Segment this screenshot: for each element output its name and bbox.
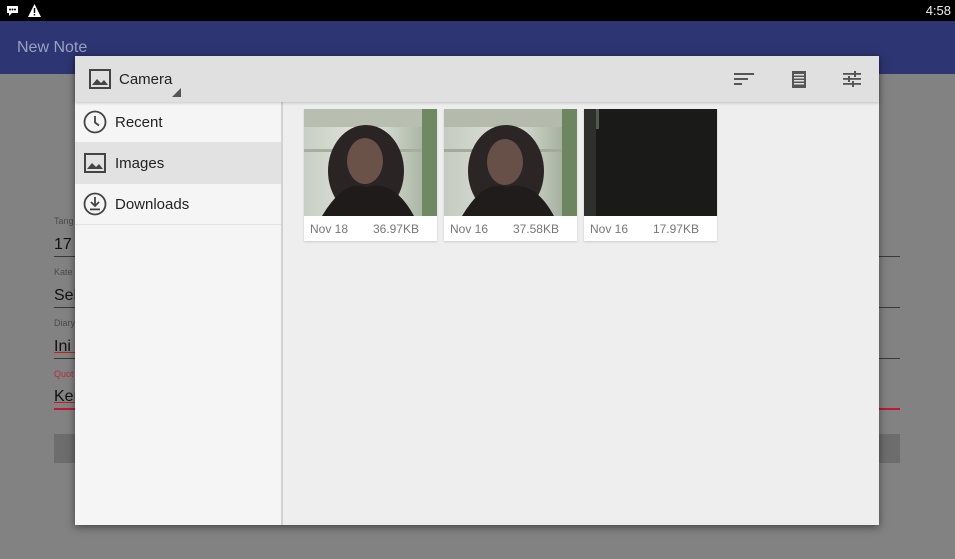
root-label: Camera <box>119 71 173 88</box>
warning-icon <box>27 3 42 18</box>
file-date: Nov 18 <box>310 222 349 236</box>
file-size: 37.58KB <box>512 222 559 236</box>
picker-toolbar: Camera <box>75 56 879 102</box>
field-label: Diary <box>54 318 76 328</box>
file-tile[interactable]: Nov 18 36.97KB <box>304 109 437 241</box>
photo-thumbnail <box>584 109 717 216</box>
drawer-item-images[interactable]: Images <box>75 143 281 184</box>
app-title: New Note <box>17 39 88 56</box>
sort-icon[interactable] <box>732 68 756 90</box>
clock-icon <box>83 110 107 134</box>
drawer-item-label: Recent <box>115 114 163 131</box>
file-tile[interactable]: Nov 16 37.58KB <box>444 109 577 241</box>
chat-bubble-icon <box>5 3 20 18</box>
file-date: Nov 16 <box>450 222 489 236</box>
file-picker-dialog: Camera Recent Images Downloads Nov 18 36… <box>75 56 879 525</box>
settings-sliders-icon[interactable] <box>840 68 864 90</box>
photo-thumbnail <box>304 109 437 216</box>
file-date: Nov 16 <box>590 222 629 236</box>
roots-drawer: Recent Images Downloads <box>75 102 283 525</box>
status-time: 4:58 <box>925 3 951 18</box>
download-icon <box>83 192 107 216</box>
image-icon <box>89 69 111 89</box>
file-size: 17.97KB <box>652 222 699 236</box>
field-label: Kate <box>54 267 73 277</box>
drawer-item-recent[interactable]: Recent <box>75 102 281 143</box>
drawer-item-downloads[interactable]: Downloads <box>75 184 281 225</box>
dropdown-icon <box>172 88 181 97</box>
drawer-item-label: Downloads <box>115 196 190 213</box>
status-bar: 4:58 <box>0 0 955 21</box>
image-icon <box>83 151 107 175</box>
field-label: Tang <box>54 216 74 226</box>
file-tile[interactable]: Nov 16 17.97KB <box>584 109 717 241</box>
field-value: 17 <box>54 236 72 253</box>
photo-thumbnail <box>444 109 577 216</box>
file-size: 36.97KB <box>372 222 419 236</box>
field-label: Quot <box>54 369 74 379</box>
list-view-icon[interactable] <box>787 68 811 90</box>
root-selector[interactable]: Camera <box>87 64 187 98</box>
file-grid: Nov 18 36.97KB Nov 16 37.58KB Nov 16 17.… <box>285 102 879 525</box>
drawer-item-label: Images <box>115 155 165 172</box>
